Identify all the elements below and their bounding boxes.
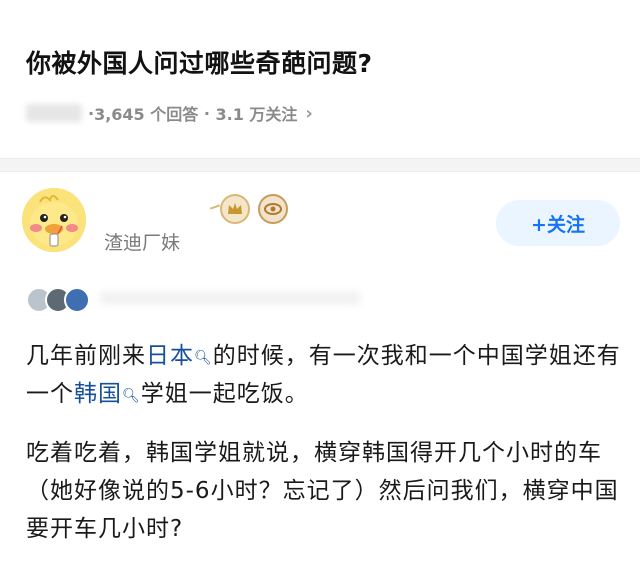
paragraph-text: 几年前刚来 <box>26 343 146 369</box>
blurred-voters-text <box>100 292 360 304</box>
crown-badge-icon[interactable] <box>220 194 250 224</box>
answers-count: 3,645 个回答 <box>94 105 199 124</box>
search-icon[interactable]: 🔍︎ <box>122 388 141 404</box>
answer-paragraph-2: 吃着吃着，韩国学姐就说，横穿韩国得开几个小时的车（她好像说的5-6小时？忘记了）… <box>26 440 619 542</box>
chevron-right-icon: › <box>305 102 313 124</box>
voter-avatars[interactable] <box>26 287 90 313</box>
question-title[interactable]: 你被外国人问过哪些奇葩问题? <box>26 44 373 80</box>
voter-avatar <box>64 287 90 313</box>
keyword-link-japan[interactable]: 日本 <box>146 343 194 369</box>
search-icon[interactable]: 🔍︎ <box>194 350 213 366</box>
followers-count: 3.1 万关注 <box>215 105 298 124</box>
section-divider <box>0 158 640 172</box>
meta-dot: · <box>198 103 216 123</box>
keyword-link-korea[interactable]: 韩国 <box>74 381 122 407</box>
eye-badge-icon[interactable] <box>258 194 288 224</box>
question-meta[interactable]: · 3,645 个回答 · 3.1 万关注 › <box>26 101 313 125</box>
blurred-username <box>26 104 82 122</box>
follow-button[interactable]: +关注 <box>496 200 620 246</box>
paragraph-text: 学姐一起吃饭。 <box>140 381 309 407</box>
answer-paragraph-1: 几年前刚来日本🔍︎的时候，有一次我和一个中国学姐还有一个韩国🔍︎学姐一起吃饭。 <box>26 337 626 413</box>
badge-connector <box>209 204 221 210</box>
duck-avatar-icon <box>22 188 86 252</box>
avatar[interactable] <box>22 188 86 252</box>
author-name[interactable]: 渣迪厂妹 <box>104 228 180 255</box>
